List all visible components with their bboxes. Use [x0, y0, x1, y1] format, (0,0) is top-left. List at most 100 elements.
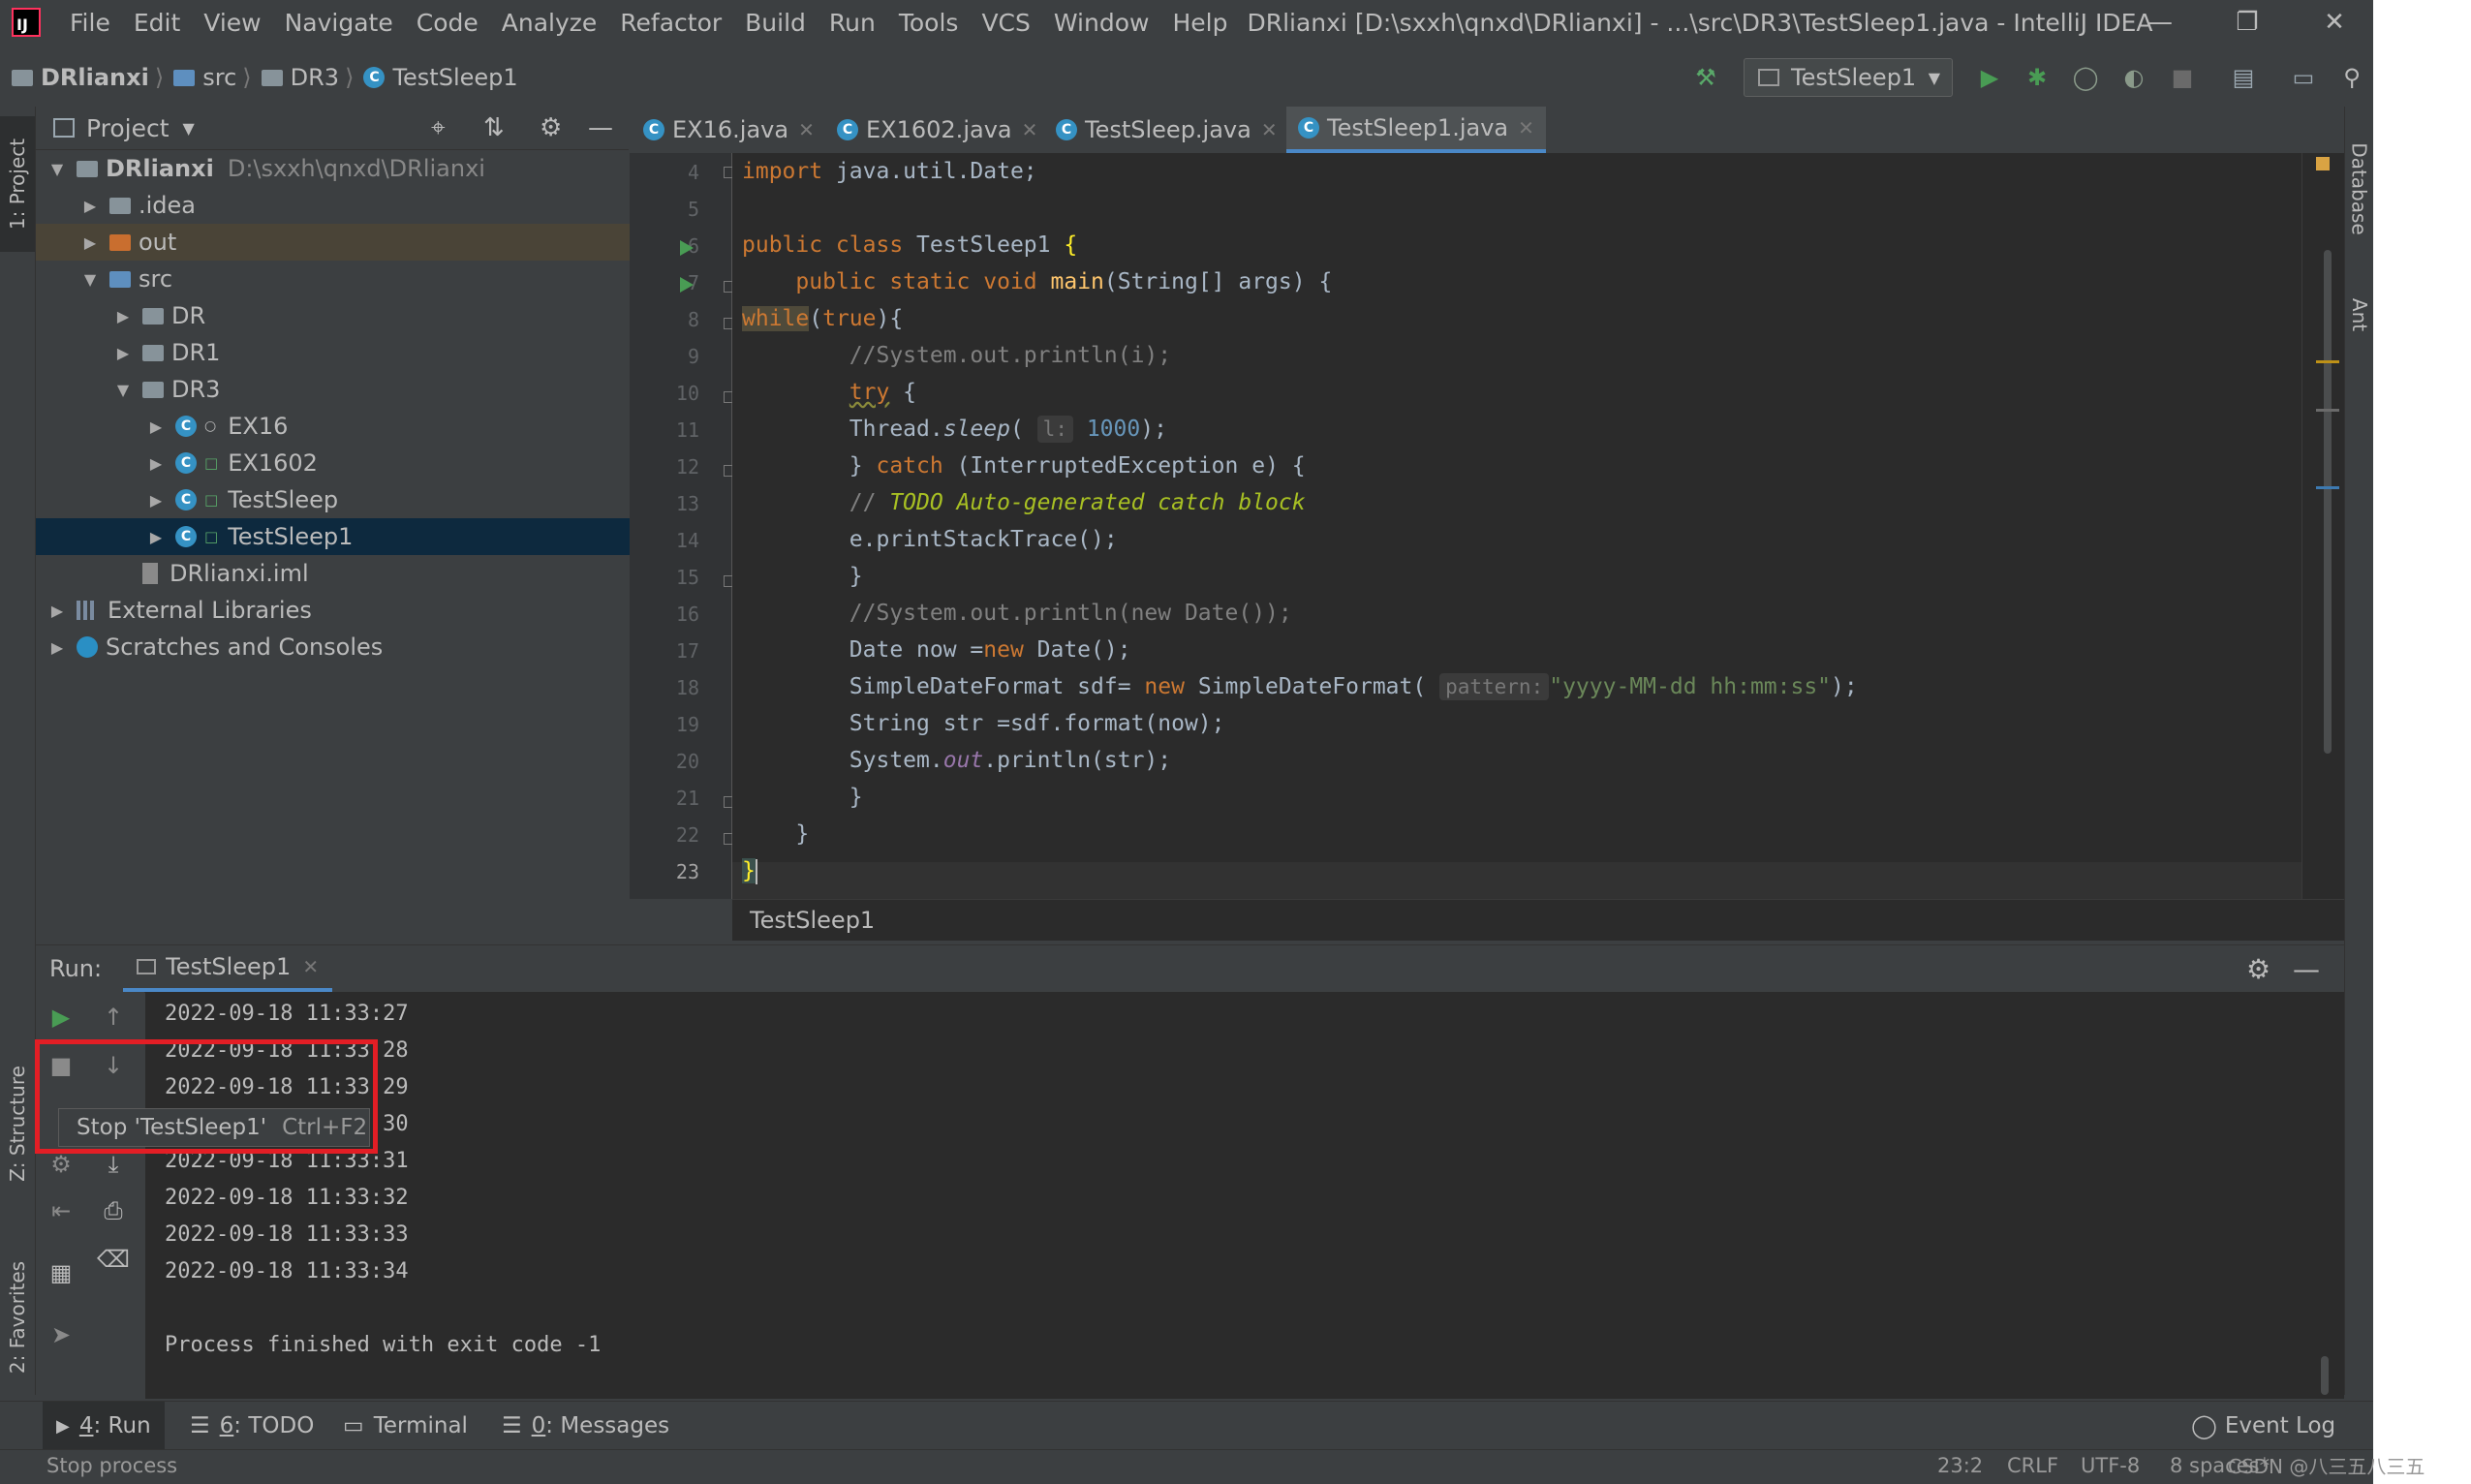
toolwindow-messages[interactable]: ☰ 0: Messages — [502, 1402, 669, 1450]
restore-icon[interactable]: ❐ — [2213, 0, 2281, 45]
run-main-gutter-icon[interactable] — [680, 277, 694, 293]
tree-item-out[interactable]: ▶ out — [36, 224, 673, 261]
trash-icon[interactable]: ⌫ — [94, 1240, 133, 1279]
menu-help[interactable]: Help — [1160, 9, 1239, 37]
menu-code[interactable]: Code — [405, 9, 490, 37]
print-icon[interactable]: ⎙ — [94, 1191, 133, 1230]
close-icon[interactable]: ✕ — [2301, 0, 2368, 45]
menu-file[interactable]: File — [58, 9, 122, 37]
debug-icon[interactable]: ✱ — [2022, 62, 2053, 93]
tab-favorites-tool[interactable]: 2: Favorites — [0, 1230, 35, 1405]
pin-icon[interactable]: ➤ — [42, 1315, 80, 1354]
hide-panel-icon[interactable]: — — [588, 113, 613, 142]
search-icon[interactable]: ⚲ — [2336, 62, 2367, 93]
menu-refactor[interactable]: Refactor — [608, 9, 733, 37]
tab-database-tool[interactable]: Database — [2345, 116, 2373, 262]
tree-item-dr[interactable]: ▶ DR — [36, 297, 706, 334]
run-tab-testsleep1[interactable]: TestSleep1 ✕ — [123, 945, 333, 992]
editor-breadcrumb-item[interactable]: TestSleep1 — [750, 907, 875, 934]
menu-tools[interactable]: Tools — [887, 9, 971, 37]
scrollbar-thumb[interactable] — [2324, 250, 2332, 754]
nav-crumb-project[interactable]: DRlianxi ⟩ — [12, 64, 173, 91]
rerun-icon[interactable]: ▶ — [42, 998, 80, 1036]
layout-icon[interactable]: ▦ — [42, 1253, 80, 1292]
close-tab-icon[interactable]: ✕ — [1261, 118, 1278, 141]
stop-toolbar-icon[interactable]: ■ — [2167, 62, 2198, 93]
up-arrow-icon[interactable]: ↑ — [94, 998, 133, 1036]
menu-run[interactable]: Run — [818, 9, 887, 37]
caret-position[interactable]: 23:2 — [1937, 1454, 1983, 1477]
terminal-toolbar-icon[interactable]: ▭ — [2288, 62, 2319, 93]
close-tab-icon[interactable]: ✕ — [1518, 116, 1534, 139]
hide-panel-icon[interactable]: — — [2293, 953, 2320, 985]
close-tab-icon[interactable]: ✕ — [1022, 118, 1038, 141]
profile-icon[interactable]: ◐ — [2118, 62, 2149, 93]
coverage-icon[interactable]: ◯ — [2070, 62, 2101, 93]
toolwindow-todo[interactable]: ☰ 6: TODO — [190, 1402, 314, 1450]
run-class-gutter-icon[interactable] — [680, 240, 694, 256]
gear-icon[interactable]: ⚙ — [2246, 953, 2270, 985]
package-icon — [142, 307, 164, 325]
warning-indicator-icon[interactable] — [2316, 157, 2330, 170]
tree-item-external-libraries[interactable]: ▶ External Libraries — [36, 592, 640, 629]
exit-icon[interactable]: ⇤ — [42, 1191, 80, 1230]
toolwindow-todo-key: 6 — [219, 1413, 234, 1438]
tab-testsleep1-java[interactable]: C TestSleep1.java ✕ — [1286, 107, 1546, 153]
tree-item-idea[interactable]: ▶ .idea — [36, 187, 673, 224]
run-icon[interactable]: ▶ — [1974, 62, 2005, 93]
list-icon: ☰ — [190, 1413, 210, 1438]
menu-window[interactable]: Window — [1042, 9, 1161, 37]
nav-crumb-dr3[interactable]: DR3 ⟩ — [261, 64, 364, 91]
locate-icon[interactable]: ⌖ — [431, 113, 446, 143]
project-structure-icon[interactable]: ▤ — [2228, 62, 2259, 93]
collapse-all-icon[interactable]: ⇅ — [483, 113, 505, 142]
nav-crumb-class[interactable]: C TestSleep1 — [363, 64, 518, 91]
menu-analyze[interactable]: Analyze — [490, 9, 609, 37]
console-output[interactable]: 2022-09-18 11:33:27 2022-09-18 11:33:28 … — [145, 992, 2344, 1399]
nav-crumb-src-label: src — [202, 64, 237, 91]
package-icon — [142, 344, 164, 361]
error-stripe-marker[interactable] — [2316, 360, 2339, 363]
tree-item-scratches[interactable]: ▶ Scratches and Consoles — [36, 629, 640, 665]
tree-item-dr3[interactable]: ▼ DR3 — [36, 371, 706, 408]
error-stripe-marker[interactable] — [2316, 486, 2339, 489]
tree-item-drlianxi[interactable]: ▼ DRlianxi D:\sxxh\qnxd\DRlianxi — [36, 150, 640, 187]
console-scrollbar-thumb[interactable] — [2321, 1356, 2329, 1395]
gear-icon[interactable]: ⚙ — [540, 113, 562, 142]
event-log-button[interactable]: ◯ Event Log — [2191, 1402, 2335, 1450]
tree-item-label: Scratches and Consoles — [106, 634, 384, 661]
tab-ex1602-java[interactable]: C EX1602.java ✕ — [837, 107, 1037, 153]
project-panel-title[interactable]: Project — [86, 114, 170, 142]
tree-item-src[interactable]: ▼ src — [36, 261, 673, 297]
run-configuration-select[interactable]: TestSleep1 ▼ — [1744, 58, 1953, 97]
toolwindow-run[interactable]: ▶ 4: Run — [43, 1402, 165, 1450]
console-line-exit: Process finished with exit code -1 — [165, 1333, 602, 1357]
minimize-icon[interactable]: — — [2126, 0, 2194, 45]
tab-project-tool[interactable]: 1: Project — [0, 116, 35, 252]
tree-item-iml[interactable]: DRlianxi.iml — [36, 555, 706, 592]
public-lock-icon: □ — [204, 528, 219, 545]
tab-ant-tool[interactable]: Ant — [2345, 271, 2373, 358]
menu-navigate[interactable]: Navigate — [273, 9, 405, 37]
menu-build[interactable]: Build — [733, 9, 818, 37]
console-line: 2022-09-18 11:33:34 — [165, 1259, 409, 1283]
tab-ex16-java[interactable]: C EX16.java ✕ — [643, 107, 815, 153]
error-stripe-marker[interactable] — [2316, 409, 2339, 412]
line-separator[interactable]: CRLF — [2007, 1454, 2058, 1477]
close-tab-icon[interactable]: ✕ — [302, 955, 319, 978]
tab-structure-tool[interactable]: Z: Structure — [0, 1036, 35, 1211]
package-icon — [142, 381, 164, 398]
menu-edit[interactable]: Edit — [122, 9, 192, 37]
file-encoding[interactable]: UTF-8 — [2081, 1454, 2140, 1477]
menu-vcs[interactable]: VCS — [970, 9, 1041, 37]
tab-testsleep-java[interactable]: C TestSleep.java ✕ — [1056, 107, 1278, 153]
excluded-folder-icon — [109, 233, 131, 251]
tree-item-dr1[interactable]: ▶ DR1 — [36, 334, 706, 371]
nav-crumb-src[interactable]: src ⟩ — [173, 64, 261, 91]
chevron-down-icon[interactable]: ▼ — [183, 119, 195, 138]
editor-scrollbar[interactable] — [2301, 153, 2345, 899]
build-hammer-icon[interactable]: ⚒ — [1690, 62, 1721, 93]
menu-view[interactable]: View — [192, 9, 272, 37]
close-tab-icon[interactable]: ✕ — [798, 118, 815, 141]
toolwindow-terminal[interactable]: ▭ Terminal — [343, 1402, 468, 1450]
